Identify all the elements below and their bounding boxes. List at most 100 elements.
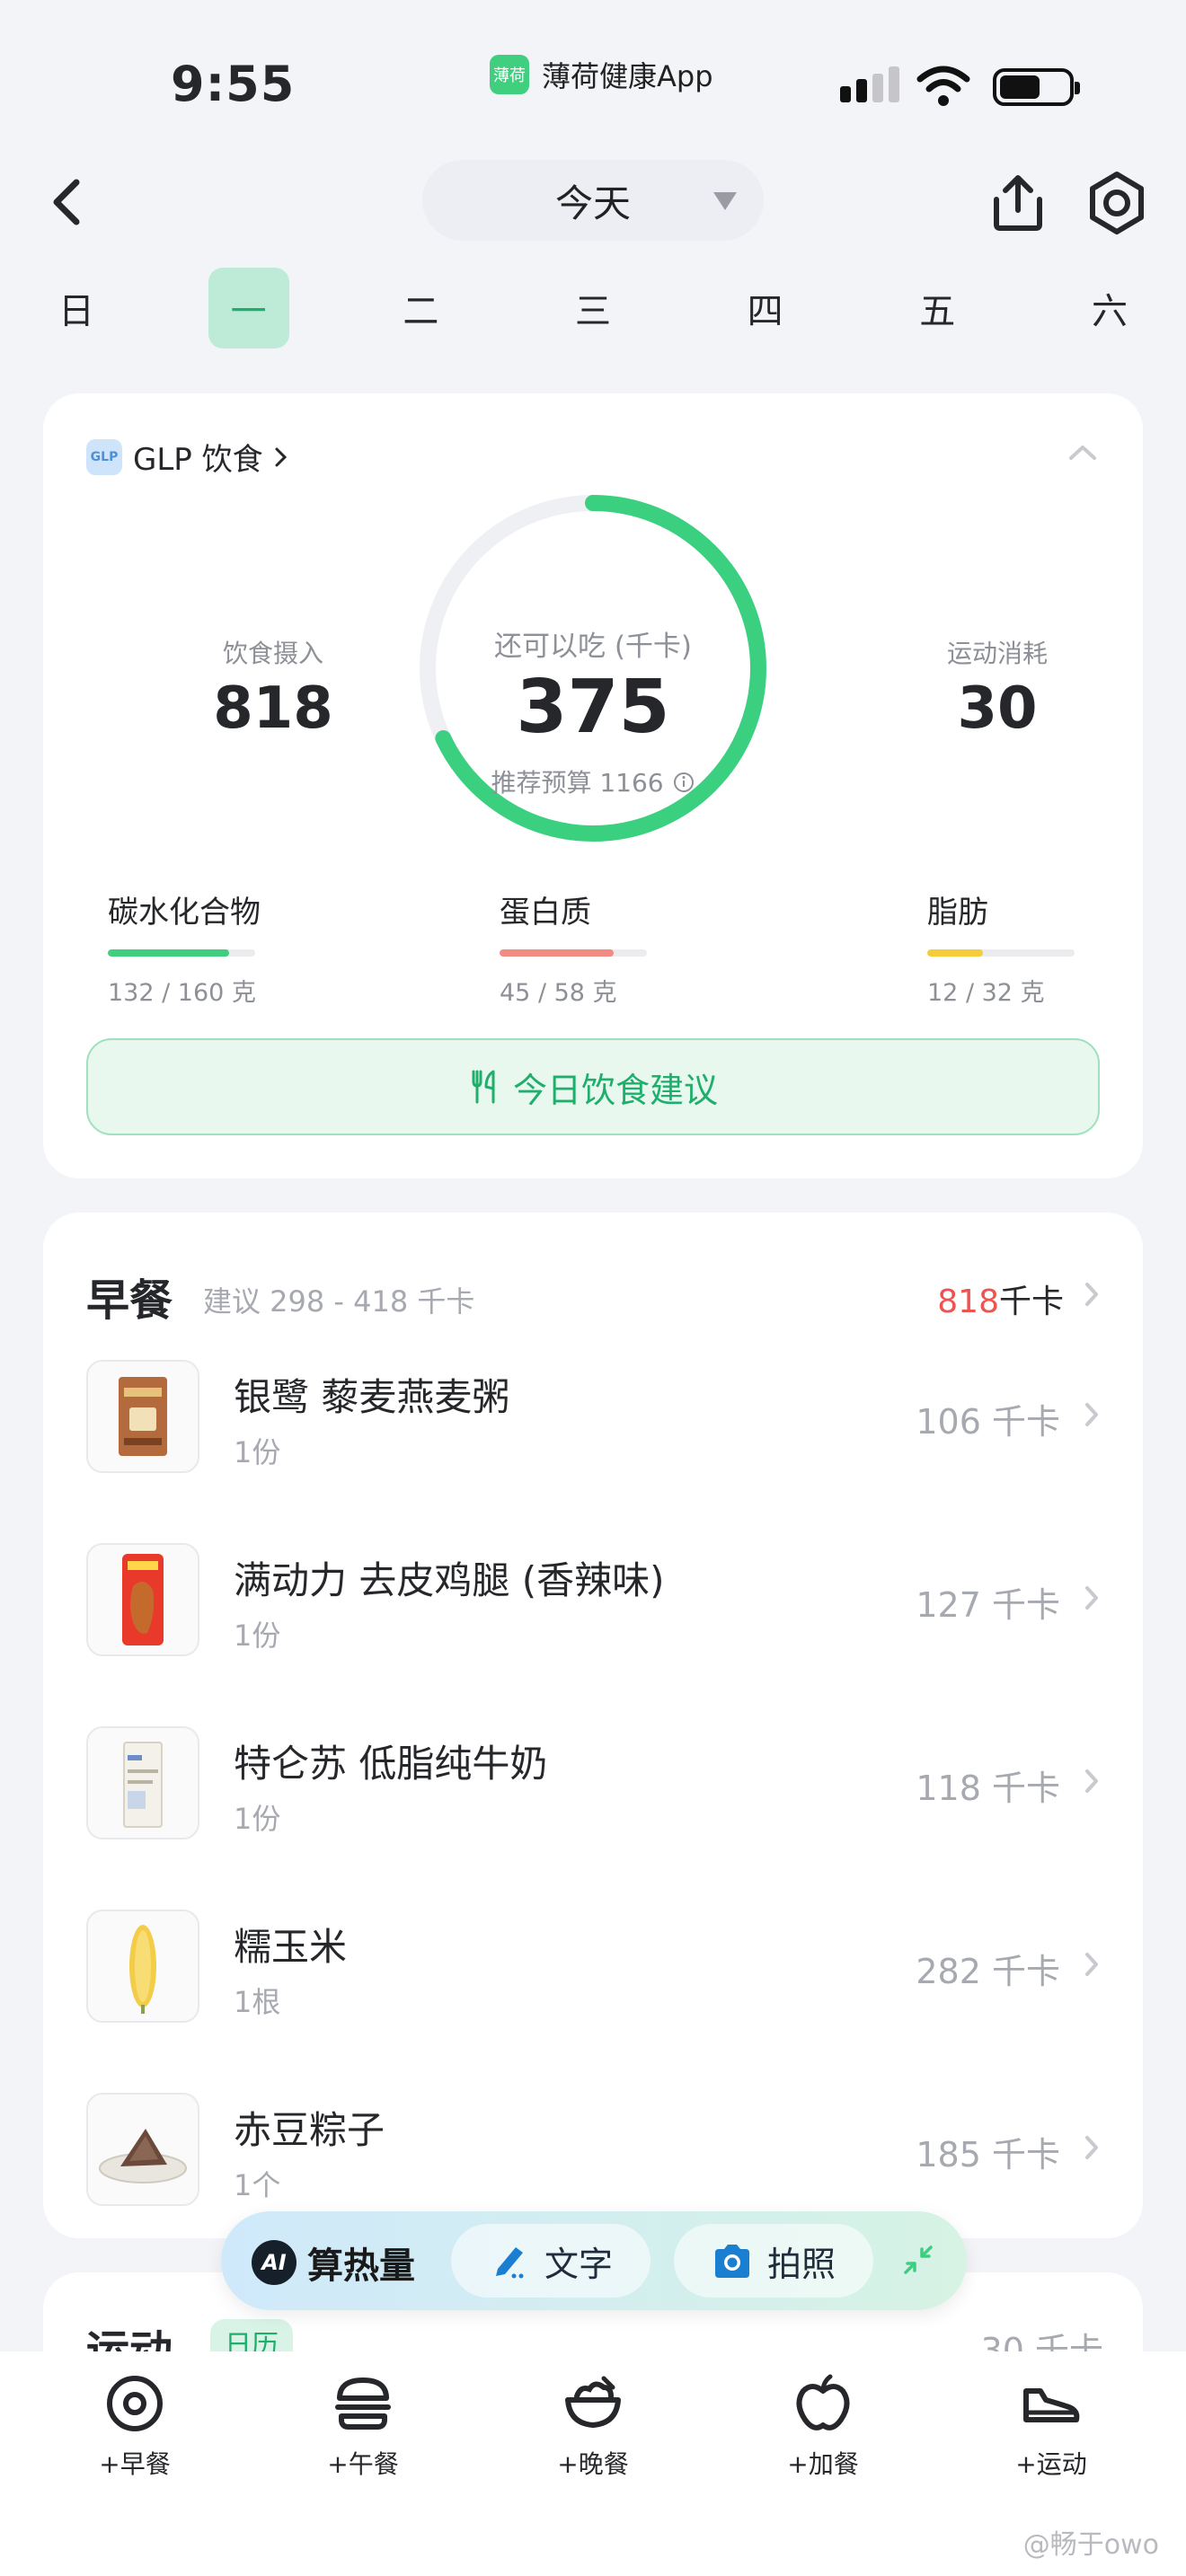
day-tue[interactable]: 二 <box>380 268 461 348</box>
share-button[interactable] <box>984 169 1052 237</box>
corn-icon <box>129 1925 156 2014</box>
intake-value: 818 <box>213 675 333 742</box>
burger-icon <box>335 2378 391 2430</box>
tab-label: +晚餐 <box>557 2449 629 2479</box>
food-calories: 282 千卡 <box>916 1952 1060 1991</box>
pencil-icon <box>495 2247 524 2279</box>
food-thumbnail <box>86 1543 199 1656</box>
add-lunch-button[interactable]: +午餐 <box>291 2371 435 2481</box>
food-calories: 106 千卡 <box>916 1402 1060 1442</box>
food-calories: 127 千卡 <box>916 1585 1060 1625</box>
meal-title: 早餐 <box>86 1275 173 1326</box>
day-thu[interactable]: 四 <box>725 268 806 348</box>
add-breakfast-button[interactable]: +早餐 <box>63 2371 207 2481</box>
macro-progress-fill <box>108 949 230 957</box>
watermark: @畅于owo <box>1022 2529 1159 2561</box>
top-nav: 今天 <box>0 153 1186 251</box>
ai-calorie-bar: AI 算热量 文字 拍照 <box>221 2211 967 2310</box>
glp-label: GLP 饮食 <box>133 442 263 478</box>
collapse-button[interactable] <box>1067 444 1098 462</box>
remaining-label: 还可以吃 (千卡) <box>493 631 693 663</box>
meal-total-value: 818 <box>937 1284 999 1320</box>
zongzi-icon <box>99 2129 187 2183</box>
food-item[interactable]: 赤豆粽子 1个 185 千卡 <box>86 2093 1100 2208</box>
day-sun[interactable]: 日 <box>36 268 117 348</box>
text-button-label: 文字 <box>544 2244 613 2284</box>
day-sat[interactable]: 六 <box>1069 268 1150 348</box>
food-thumbnail <box>86 2093 199 2206</box>
food-name: 满动力 去皮鸡腿 (香辣味) <box>234 1558 665 1602</box>
food-item[interactable]: 糯玉米 1根 282 千卡 <box>86 1910 1100 2025</box>
food-thumbnail <box>86 1726 199 1839</box>
intake-label: 饮食摄入 <box>222 639 323 668</box>
macro-amount: 12 / 32 克 <box>927 979 1045 1007</box>
macro-carbs: 碳水化合物 132 / 160 克 <box>108 887 288 1008</box>
bottom-add-bar: +早餐 +午餐 +晚餐 +加餐 +运动 <box>0 2351 1186 2576</box>
ai-badge: AI <box>252 2240 296 2285</box>
minimize-icon[interactable] <box>897 2238 940 2281</box>
ai-calorie-button[interactable]: AI 算热量 <box>252 2236 415 2289</box>
day-mon[interactable]: 一 <box>208 268 289 348</box>
app-name: 薄荷健康App <box>542 59 713 93</box>
date-selector[interactable]: 今天 <box>422 160 764 241</box>
food-item[interactable]: 银鹭 藜麦燕麦粥 1份 106 千卡 <box>86 1360 1100 1475</box>
food-calories: 185 千卡 <box>916 2135 1060 2175</box>
food-quantity: 1根 <box>234 1985 281 2019</box>
back-button[interactable] <box>36 171 99 234</box>
budget-label: 推荐预算 1166 <box>491 768 664 798</box>
meal-total-unit: 千卡 <box>998 1284 1064 1320</box>
intake-stat: 饮食摄入 818 <box>174 634 372 742</box>
macro-amount: 45 / 58 克 <box>500 979 617 1007</box>
chevron-left-icon <box>53 179 80 225</box>
burn-label: 运动消耗 <box>946 639 1048 668</box>
day-wed[interactable]: 三 <box>553 268 633 348</box>
food-name: 赤豆粽子 <box>234 2108 385 2152</box>
app-icon: 薄荷 <box>490 55 529 94</box>
add-exercise-button[interactable]: +运动 <box>979 2371 1123 2481</box>
utensils-icon <box>472 1070 495 1104</box>
food-name: 特仑苏 低脂纯牛奶 <box>234 1742 548 1786</box>
week-selector: 日 一 二 三 四 五 六 <box>36 268 1150 348</box>
wifi-icon <box>916 66 970 106</box>
calorie-summary-card: GLP GLP 饮食 饮食摄入 818 还可以吃 (千卡) 375 推荐预算 1… <box>43 393 1143 1178</box>
glp-diet-link[interactable]: GLP GLP 饮食 <box>86 435 288 479</box>
chevron-right-icon <box>1085 1586 1098 1610</box>
advice-label: 今日饮食建议 <box>512 1070 718 1110</box>
breakfast-card: 早餐 建议 298 - 418 千卡 818千卡 银鹭 藜麦燕麦粥 1份 106… <box>43 1213 1143 2238</box>
food-item[interactable]: 特仑苏 低脂纯牛奶 1份 118 千卡 <box>86 1726 1100 1841</box>
tab-label: +运动 <box>1015 2449 1087 2479</box>
daily-diet-advice-button[interactable]: 今日饮食建议 <box>86 1038 1100 1135</box>
oat-bag-icon <box>119 1377 167 1456</box>
macro-fat: 脂肪 12 / 32 克 <box>927 887 1107 1008</box>
battery-icon <box>993 68 1080 106</box>
macro-protein: 蛋白质 45 / 58 克 <box>500 887 679 1008</box>
apple-icon <box>796 2374 850 2430</box>
meal-recommendation: 建议 298 - 418 千卡 <box>203 1284 475 1319</box>
food-quantity: 1份 <box>234 1802 281 1836</box>
chevron-right-icon <box>275 447 287 466</box>
chevron-right-icon <box>1085 2136 1098 2159</box>
info-icon <box>673 772 694 792</box>
sneaker-icon <box>1023 2388 1080 2422</box>
ai-label: 算热量 <box>307 2245 415 2287</box>
camera-icon <box>714 2245 749 2278</box>
settings-button[interactable] <box>1083 169 1151 237</box>
tab-label: +早餐 <box>99 2449 171 2479</box>
tab-label: +加餐 <box>787 2449 859 2479</box>
meal-total[interactable]: 818千卡 <box>937 1275 1064 1322</box>
cellular-signal-icon <box>840 66 899 102</box>
food-thumbnail <box>86 1360 199 1473</box>
food-quantity: 1个 <box>234 2168 281 2202</box>
day-fri[interactable]: 五 <box>897 268 978 348</box>
macro-progress-bar <box>927 949 1075 957</box>
add-dinner-button[interactable]: +晚餐 <box>521 2371 665 2481</box>
budget-info[interactable]: 推荐预算 1166 <box>413 763 773 799</box>
remaining-value: 375 <box>516 665 670 750</box>
text-input-button[interactable]: 文字 <box>451 2224 651 2298</box>
macro-progress-fill <box>500 949 615 957</box>
chicken-pack-icon <box>122 1554 164 1645</box>
photo-button[interactable]: 拍照 <box>674 2224 873 2298</box>
food-item[interactable]: 满动力 去皮鸡腿 (香辣味) 1份 127 千卡 <box>86 1543 1100 1658</box>
add-snack-button[interactable]: +加餐 <box>751 2371 895 2481</box>
breakfast-header: 早餐 建议 298 - 418 千卡 818千卡 <box>86 1259 1100 1326</box>
